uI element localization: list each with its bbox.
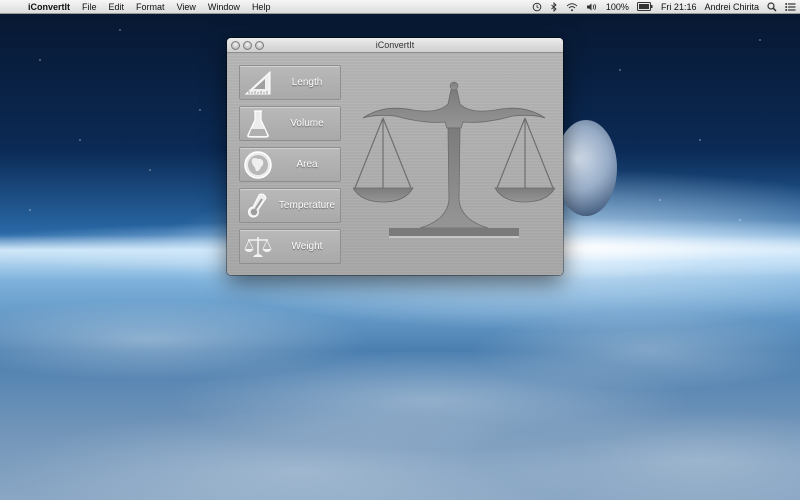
- battery-percent[interactable]: 100%: [602, 0, 633, 14]
- notification-center-icon[interactable]: [781, 2, 800, 12]
- minimize-button[interactable]: [243, 41, 252, 50]
- globe-icon: [240, 148, 276, 181]
- balance-scale-icon: [352, 80, 556, 242]
- time-machine-icon[interactable]: [528, 2, 546, 12]
- menu-view[interactable]: View: [171, 0, 202, 14]
- moon: [555, 120, 617, 216]
- thermometer-icon: [240, 189, 276, 222]
- volume-button[interactable]: Volume: [239, 106, 341, 141]
- menu-bar: iConvertIt File Edit Format View Window …: [0, 0, 800, 14]
- length-label: Length: [291, 77, 323, 88]
- temperature-label: Temperature: [278, 200, 336, 211]
- menu-app-name[interactable]: iConvertIt: [22, 0, 76, 14]
- conversion-buttons: Length Volume Area Temperature Weight: [239, 65, 341, 264]
- status-area: 100% Fri 21:16 Andrei Chirita: [528, 0, 800, 14]
- window-titlebar[interactable]: iConvertIt: [227, 38, 563, 53]
- volume-icon[interactable]: [582, 2, 602, 12]
- clock[interactable]: Fri 21:16: [657, 0, 701, 14]
- close-button[interactable]: [231, 41, 240, 50]
- user-name[interactable]: Andrei Chirita: [700, 0, 763, 14]
- weight-label: Weight: [291, 241, 323, 252]
- clouds: [0, 280, 800, 500]
- area-label: Area: [296, 159, 318, 170]
- ruler-triangle-icon: [240, 66, 276, 99]
- bluetooth-icon[interactable]: [546, 1, 562, 12]
- menu-help[interactable]: Help: [246, 0, 277, 14]
- window-controls: [231, 41, 264, 50]
- zoom-button[interactable]: [255, 41, 264, 50]
- flask-icon: [240, 107, 276, 140]
- temperature-button[interactable]: Temperature: [239, 188, 341, 223]
- menu-edit[interactable]: Edit: [103, 0, 131, 14]
- weight-button[interactable]: Weight: [239, 229, 341, 264]
- menu-file[interactable]: File: [76, 0, 103, 14]
- wifi-icon[interactable]: [562, 2, 582, 12]
- spotlight-search-icon[interactable]: [763, 1, 781, 12]
- battery-icon[interactable]: [633, 2, 657, 11]
- scale-icon: [240, 230, 276, 263]
- length-button[interactable]: Length: [239, 65, 341, 100]
- volume-label: Volume: [290, 118, 324, 129]
- window-title: iConvertIt: [375, 40, 415, 50]
- menu-window[interactable]: Window: [202, 0, 246, 14]
- app-window: iConvertIt Length Volume Area Temperatur…: [227, 38, 563, 275]
- menu-format[interactable]: Format: [130, 0, 171, 14]
- area-button[interactable]: Area: [239, 147, 341, 182]
